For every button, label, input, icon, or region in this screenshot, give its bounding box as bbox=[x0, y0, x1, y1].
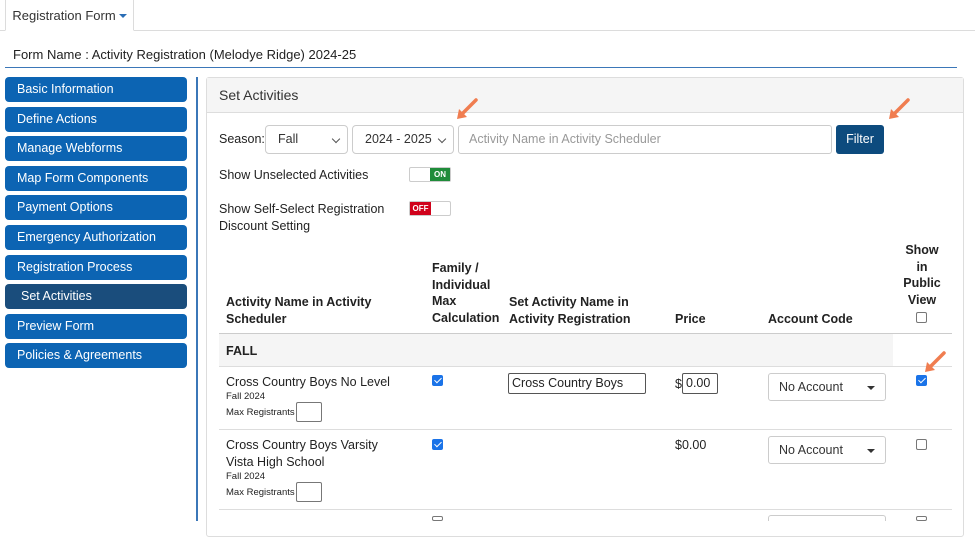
sidebar-item-basic-information[interactable]: Basic Information bbox=[5, 77, 187, 102]
activity-season: Fall 2024 bbox=[226, 471, 266, 482]
activity-name: Cross Country Boys Varsity bbox=[226, 438, 378, 452]
activity-school: Vista High School bbox=[226, 455, 325, 469]
header-activity-name: Activity Name in Activity Scheduler bbox=[226, 294, 371, 327]
divider bbox=[5, 67, 957, 68]
year-select[interactable]: 2024 - 2025 bbox=[352, 125, 454, 154]
header-show-line2: in bbox=[916, 259, 928, 274]
family-calc-checkbox[interactable] bbox=[432, 516, 443, 521]
sidebar-item-registration-process[interactable]: Registration Process bbox=[5, 254, 187, 280]
dropdown-triangle-icon bbox=[867, 449, 875, 453]
account-code-select[interactable]: No Account bbox=[768, 436, 886, 464]
header-family-line2: Individual bbox=[432, 277, 491, 292]
row-divider bbox=[219, 429, 952, 430]
row-divider bbox=[219, 366, 952, 367]
sidebar-divider bbox=[196, 77, 198, 521]
max-registrants-label: Max Registrants bbox=[226, 487, 295, 498]
sidebar-item-emergency-authorization[interactable]: Emergency Authorization bbox=[5, 224, 187, 250]
account-code-value: No Account bbox=[779, 443, 843, 457]
chevron-down-icon bbox=[437, 134, 447, 144]
tab-label: Registration Form bbox=[12, 7, 116, 23]
header-account-code: Account Code bbox=[768, 312, 853, 326]
header-show-line1: Show bbox=[905, 243, 939, 257]
max-registrants-label: Max Registrants bbox=[226, 407, 295, 418]
header-family-line1: Family / bbox=[432, 261, 479, 275]
account-code-select[interactable]: No Account bbox=[768, 373, 886, 401]
header-set-name: Set Activity Name in Activity Registrati… bbox=[509, 294, 631, 327]
annotation-arrow-icon bbox=[457, 98, 478, 119]
header-activity-name-line2: Scheduler bbox=[226, 311, 287, 326]
season-select-value: Fall bbox=[278, 132, 299, 146]
sidebar-item-manage-webforms[interactable]: Manage Webforms bbox=[5, 136, 187, 162]
show-unselected-toggle[interactable]: ON bbox=[409, 167, 451, 182]
header-family-max: Family / Individual Max Calculation bbox=[432, 260, 499, 326]
season-label: Season: bbox=[219, 132, 265, 146]
annotation-arrow-icon bbox=[889, 98, 910, 119]
family-calc-checkbox[interactable] bbox=[432, 439, 443, 450]
toggle-on-indicator: ON bbox=[430, 168, 450, 181]
show-unselected-label: Show Unselected Activities bbox=[219, 168, 369, 182]
activity-search-input[interactable]: Activity Name in Activity Scheduler bbox=[458, 125, 832, 154]
self-select-label-2: Discount Setting bbox=[219, 219, 311, 233]
caret-down-icon bbox=[118, 14, 127, 18]
header-price: Price bbox=[675, 312, 706, 326]
sidebar-item-define-actions[interactable]: Define Actions bbox=[5, 106, 187, 132]
public-view-checkbox[interactable] bbox=[916, 439, 927, 450]
header-show-line4: View bbox=[907, 292, 937, 307]
filter-button[interactable]: Filter bbox=[836, 125, 884, 154]
header-set-name-line1: Set Activity Name in bbox=[509, 295, 629, 309]
season-select[interactable]: Fall bbox=[265, 125, 348, 154]
family-calc-checkbox[interactable] bbox=[432, 375, 443, 386]
select-all-public-checkbox[interactable] bbox=[916, 312, 927, 323]
header-set-name-line2: Activity Registration bbox=[509, 311, 631, 326]
row-divider bbox=[219, 509, 952, 510]
self-select-label: Show Self-Select Registration bbox=[219, 202, 385, 216]
sidebar-item-policies-agreements[interactable]: Policies & Agreements bbox=[5, 343, 187, 369]
top-tab-bar: Registration Form bbox=[0, 0, 975, 31]
activity-name: Cross Country Boys No Level bbox=[226, 375, 390, 389]
public-view-checkbox[interactable] bbox=[916, 375, 927, 386]
set-activity-name-input[interactable]: Cross Country Boys bbox=[508, 373, 646, 394]
price-prefix: $ bbox=[675, 377, 682, 391]
sidebar-item-set-activities[interactable]: Set Activities bbox=[5, 284, 187, 310]
sidebar-item-map-form-components[interactable]: Map Form Components bbox=[5, 165, 187, 191]
section-band bbox=[219, 334, 893, 366]
activity-season: Fall 2024 bbox=[226, 391, 266, 402]
header-family-line4: Calculation bbox=[432, 310, 500, 325]
registration-form-tab[interactable]: Registration Form bbox=[5, 0, 134, 31]
dropdown-triangle-icon bbox=[867, 386, 875, 390]
toggle-off-indicator: OFF bbox=[410, 202, 431, 215]
price-input[interactable]: 0.00 bbox=[682, 373, 718, 394]
section-fall: FALL bbox=[226, 344, 258, 358]
header-show-line3: Public bbox=[903, 276, 941, 290]
header-activity-name-line1: Activity Name in Activity bbox=[226, 295, 372, 309]
account-code-select[interactable] bbox=[768, 515, 886, 521]
sidebar: Basic Information Define Actions Manage … bbox=[5, 77, 187, 373]
panel-title: Set Activities bbox=[207, 78, 963, 113]
self-select-toggle[interactable]: OFF bbox=[409, 201, 451, 216]
price-value: $0.00 bbox=[675, 438, 707, 452]
header-family-line3: Max bbox=[432, 294, 457, 308]
annotation-arrow-icon bbox=[925, 351, 946, 372]
sidebar-item-payment-options[interactable]: Payment Options bbox=[5, 195, 187, 221]
account-code-value: No Account bbox=[779, 380, 843, 394]
public-view-checkbox[interactable] bbox=[916, 516, 927, 521]
max-registrants-input[interactable] bbox=[296, 402, 322, 422]
form-name: Form Name : Activity Registration (Melod… bbox=[13, 47, 357, 62]
year-select-value: 2024 - 2025 bbox=[365, 132, 432, 146]
max-registrants-input[interactable] bbox=[296, 482, 322, 502]
sidebar-item-preview-form[interactable]: Preview Form bbox=[5, 313, 187, 339]
header-show-public: Show in Public View bbox=[900, 242, 944, 308]
chevron-down-icon bbox=[331, 134, 341, 144]
